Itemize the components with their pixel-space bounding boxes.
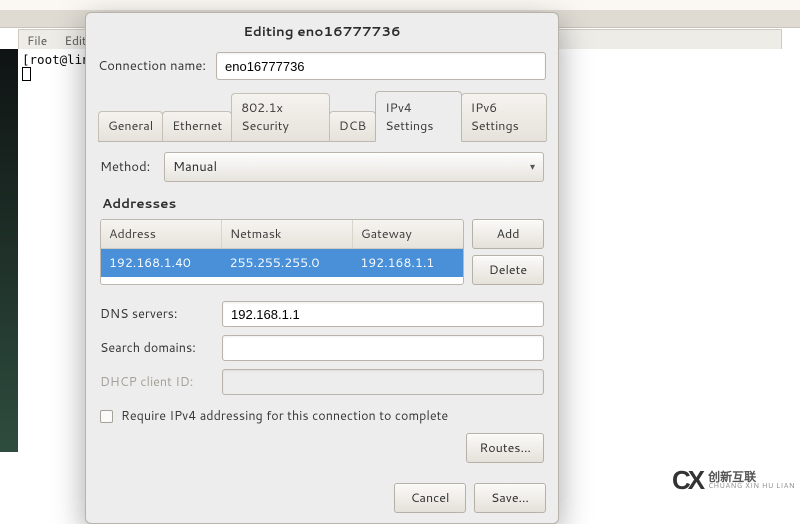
search-domains-label: Search domains: [100,339,202,357]
dns-servers-input[interactable] [222,301,544,327]
tab-ipv6-settings[interactable]: IPv6 Settings [461,93,547,141]
method-label: Method: [100,158,152,176]
addresses-table[interactable]: Address Netmask Gateway 192.168.1.40 255… [100,219,464,285]
menu-file[interactable]: File [27,32,47,49]
method-select[interactable]: Manual ▾ [164,152,544,182]
delete-button[interactable]: Delete [472,255,544,285]
tab-8021x-security[interactable]: 802.1x Security [231,93,330,141]
col-netmask: Netmask [222,220,353,248]
watermark: CX 创新互联 CHUANG XIN HU LIAN [672,465,795,496]
addresses-table-header: Address Netmask Gateway [101,220,463,249]
require-ipv4-label: Require IPv4 addressing for this connect… [121,407,448,425]
tab-ethernet[interactable]: Ethernet [162,111,232,141]
connection-name-input[interactable] [216,52,546,80]
terminal-line: [root@lin [22,52,90,67]
chevron-down-icon: ▾ [530,160,535,174]
dialog-title: Editing eno16777736 [86,13,558,49]
method-value: Manual [173,158,217,176]
cancel-button[interactable]: Cancel [394,483,466,513]
tabs: General Ethernet 802.1x Security DCB IPv… [98,91,546,142]
dhcp-client-id-input [222,369,544,395]
add-button[interactable]: Add [472,219,544,249]
col-gateway: Gateway [353,220,463,248]
connection-name-label: Connection name: [98,57,206,75]
nm-connection-editor-dialog: Editing eno16777736 Connection name: Gen… [85,12,559,524]
tab-ipv4-settings[interactable]: IPv4 Settings [375,91,461,142]
save-button[interactable]: Save… [474,483,546,513]
cell-address[interactable]: 192.168.1.40 [101,249,222,277]
require-ipv4-checkbox[interactable] [100,410,113,423]
tab-general[interactable]: General [98,111,163,141]
table-row[interactable]: 192.168.1.40 255.255.255.0 192.168.1.1 [101,249,463,277]
routes-button[interactable]: Routes… [466,433,544,463]
watermark-py: CHUANG XIN HU LIAN [708,483,795,490]
dns-servers-label: DNS servers: [100,305,202,323]
addresses-header: Addresses [102,194,544,213]
search-domains-input[interactable] [222,335,544,361]
dhcp-client-id-label: DHCP client ID: [100,373,202,391]
col-address: Address [101,220,222,248]
cell-netmask[interactable]: 255.255.255.0 [222,249,353,277]
terminal-cursor [22,67,31,81]
cell-gateway[interactable]: 192.168.1.1 [352,249,463,277]
menu-edit[interactable]: Edit [64,32,86,49]
watermark-logo-icon: CX [672,465,702,496]
tab-dcb[interactable]: DCB [329,111,376,141]
